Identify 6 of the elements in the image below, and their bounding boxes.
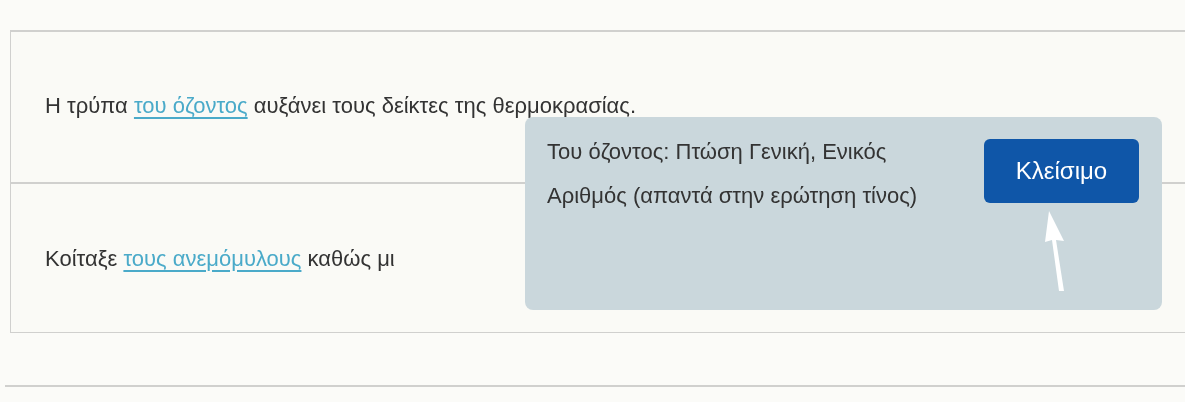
sentence: Η τρύπα του όζοντος αυξάνει τους δείκτες της θερμοκρασίας. [45, 91, 637, 120]
tooltip-text: Του όζοντος: Πτώση Γενική, Ενικός Αριθμός (απαντά στην ερώτηση τίνος) [547, 138, 919, 210]
close-button[interactable]: Κλείσιμο [984, 139, 1139, 203]
word-link[interactable]: του όζοντος [133, 92, 248, 118]
word-link[interactable]: τους ανεμόμυλους [123, 245, 302, 271]
sentence: Κοίταξε τους ανεμόμυλους καθώς μι [45, 244, 395, 273]
